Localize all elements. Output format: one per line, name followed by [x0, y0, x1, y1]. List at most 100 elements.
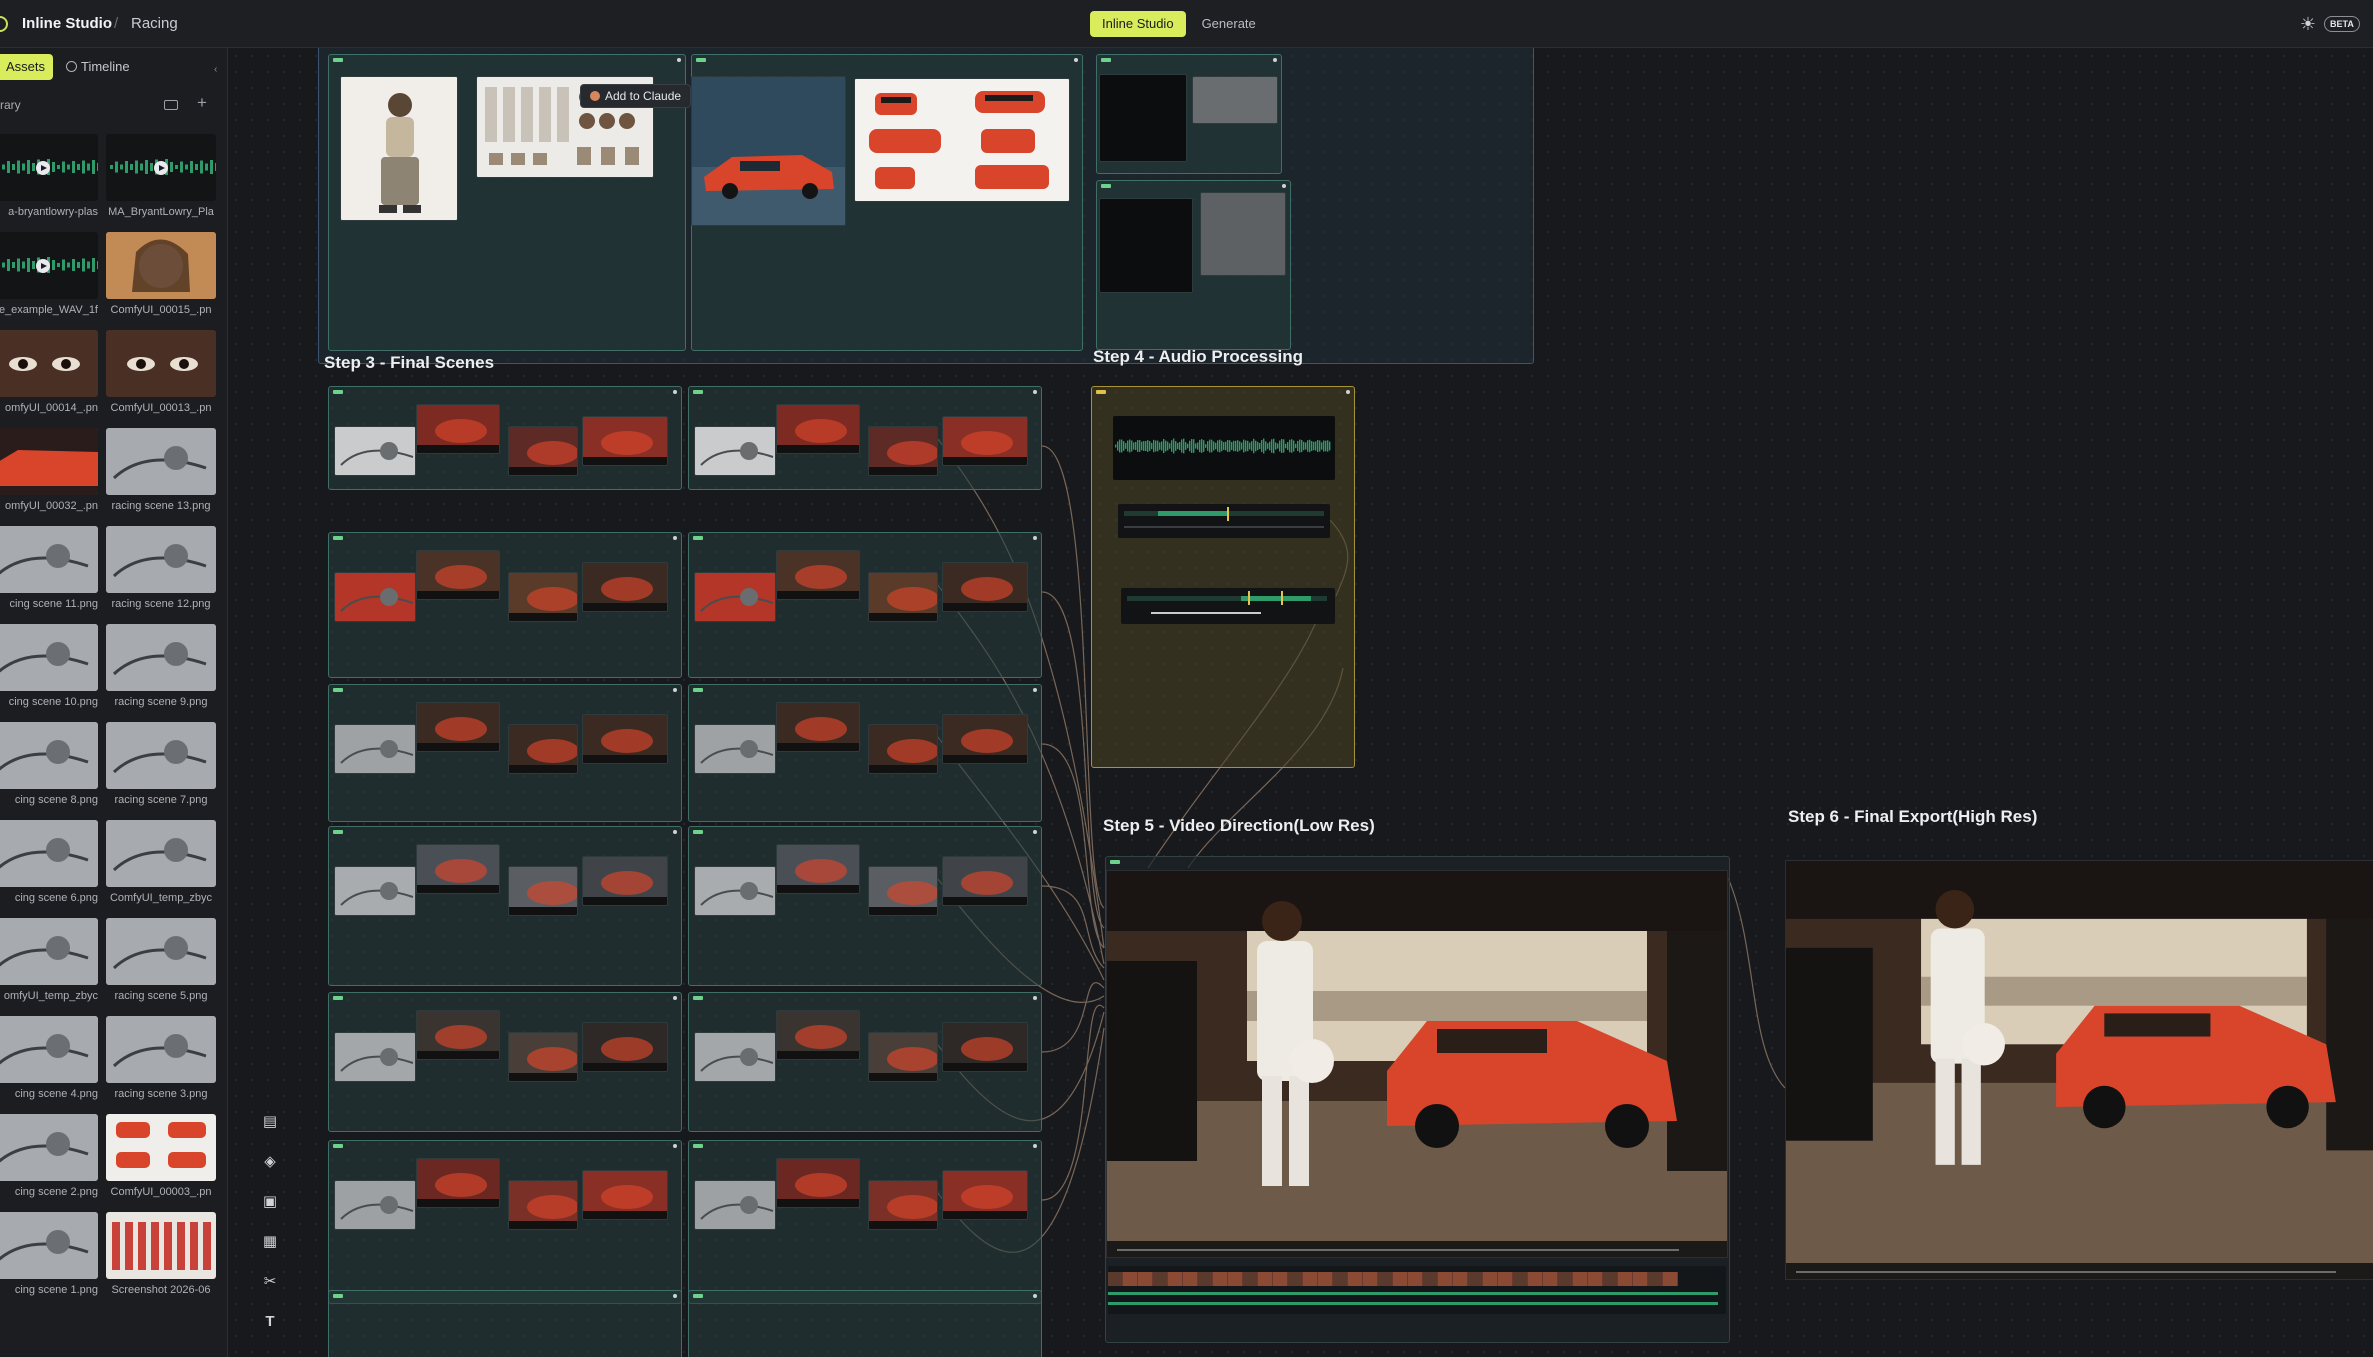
reference-frames-b[interactable]	[1200, 192, 1286, 276]
generated-frame-node[interactable]	[942, 1170, 1028, 1220]
asset-item[interactable]: racing scene 7.png	[106, 722, 216, 806]
asset-item[interactable]: ComfyUI_00015_.pn	[106, 232, 216, 316]
generated-frame-node[interactable]	[508, 572, 578, 622]
generated-frame-node[interactable]	[508, 1032, 578, 1082]
sketch-frame-node[interactable]	[334, 572, 416, 622]
asset-item[interactable]: Screenshot 2026-06	[106, 1212, 216, 1296]
generated-frame-node[interactable]	[582, 714, 668, 764]
audio-trim-track-1[interactable]	[1118, 504, 1330, 538]
asset-item[interactable]: cing scene 10.png	[0, 624, 98, 708]
video-timeline-strip[interactable]	[1108, 1266, 1726, 1314]
generated-frame-node[interactable]	[416, 550, 500, 600]
asset-item[interactable]: cing scene 2.png	[0, 1114, 98, 1198]
asset-item[interactable]: ComfyUI_00013_.pn	[106, 330, 216, 414]
sketch-frame-node[interactable]	[694, 572, 776, 622]
play-icon[interactable]	[154, 161, 168, 175]
generated-frame-node[interactable]	[868, 426, 938, 476]
breadcrumb-project[interactable]: Racing	[131, 15, 178, 32]
reference-video-b[interactable]	[1099, 198, 1193, 293]
add-to-claude-button[interactable]: Add to Claude	[580, 84, 692, 108]
sketch-frame-node[interactable]	[694, 1180, 776, 1230]
audio-waveform-node[interactable]	[1113, 416, 1335, 480]
generated-frame-node[interactable]	[416, 1158, 500, 1208]
reference-video-a[interactable]	[1099, 74, 1187, 162]
play-icon[interactable]	[36, 161, 50, 175]
app-logo-icon[interactable]	[0, 16, 8, 32]
sketch-frame-node[interactable]	[694, 724, 776, 774]
generated-frame-node[interactable]	[942, 416, 1028, 466]
generated-frame-node[interactable]	[416, 702, 500, 752]
asset-item[interactable]: cing scene 1.png	[0, 1212, 98, 1296]
sun-icon[interactable]: ☀	[2299, 15, 2317, 33]
collapse-sidebar-icon[interactable]: ‹	[214, 64, 217, 75]
sketch-frame-node[interactable]	[334, 866, 416, 916]
generated-frame-node[interactable]	[582, 856, 668, 906]
generated-frame-node[interactable]	[776, 404, 860, 454]
video-preview-low-res[interactable]	[1106, 870, 1728, 1258]
tab-assets[interactable]: Assets	[0, 54, 54, 80]
image-icon[interactable]: ▣	[258, 1190, 282, 1214]
asset-item[interactable]: cing scene 6.png	[0, 820, 98, 904]
generated-frame-node[interactable]	[868, 1180, 938, 1230]
new-folder-icon[interactable]	[164, 100, 178, 110]
scene-group[interactable]	[688, 1290, 1042, 1357]
asset-item[interactable]: a-bryantlowry-plas	[0, 134, 98, 218]
play-icon[interactable]	[36, 259, 50, 273]
add-asset-icon[interactable]: +	[197, 93, 207, 113]
sketch-frame-node[interactable]	[334, 426, 416, 476]
generated-frame-node[interactable]	[416, 1010, 500, 1060]
sketch-frame-node[interactable]	[334, 724, 416, 774]
generated-frame-node[interactable]	[868, 1032, 938, 1082]
asset-item[interactable]: e_example_WAV_1f	[0, 232, 98, 316]
generated-frame-node[interactable]	[868, 572, 938, 622]
asset-item[interactable]: racing scene 12.png	[106, 526, 216, 610]
generated-frame-node[interactable]	[416, 404, 500, 454]
asset-item[interactable]: racing scene 13.png	[106, 428, 216, 512]
generated-frame-node[interactable]	[942, 714, 1028, 764]
generated-frame-node[interactable]	[508, 866, 578, 916]
generated-frame-node[interactable]	[868, 724, 938, 774]
generated-frame-node[interactable]	[868, 866, 938, 916]
car-sheet-node[interactable]	[854, 78, 1070, 202]
asset-item[interactable]: racing scene 3.png	[106, 1016, 216, 1100]
generated-frame-node[interactable]	[776, 550, 860, 600]
sketch-frame-node[interactable]	[694, 426, 776, 476]
sketch-frame-node[interactable]	[334, 1032, 416, 1082]
asset-item[interactable]: racing scene 5.png	[106, 918, 216, 1002]
audio-trim-track-2[interactable]	[1121, 588, 1335, 624]
asset-item[interactable]: omfyUI_00014_.pn	[0, 330, 98, 414]
asset-item[interactable]: omfyUI_temp_zbyc	[0, 918, 98, 1002]
generated-frame-node[interactable]	[416, 844, 500, 894]
generated-frame-node[interactable]	[942, 562, 1028, 612]
generated-frame-node[interactable]	[508, 724, 578, 774]
generated-frame-node[interactable]	[776, 844, 860, 894]
text-icon[interactable]: T	[258, 1310, 282, 1334]
generated-frame-node[interactable]	[582, 562, 668, 612]
generated-frame-node[interactable]	[508, 1180, 578, 1230]
generated-frame-node[interactable]	[942, 856, 1028, 906]
node-canvas[interactable]: Add to Claude Step 3 - Final Scenes Step…	[228, 48, 2373, 1357]
tab-timeline[interactable]: Timeline	[66, 54, 130, 80]
asset-item[interactable]: ComfyUI_00003_.pn	[106, 1114, 216, 1198]
reference-frames-a[interactable]	[1192, 76, 1278, 124]
scissors-icon[interactable]: ✂	[258, 1270, 282, 1294]
generated-frame-node[interactable]	[582, 1170, 668, 1220]
film-icon[interactable]: ▦	[258, 1230, 282, 1254]
generated-frame-node[interactable]	[582, 1022, 668, 1072]
asset-item[interactable]: racing scene 9.png	[106, 624, 216, 708]
asset-item[interactable]: MA_BryantLowry_Pla	[106, 134, 216, 218]
asset-item[interactable]: ComfyUI_temp_zbyc	[106, 820, 216, 904]
sketch-frame-node[interactable]	[694, 1032, 776, 1082]
generated-frame-node[interactable]	[508, 426, 578, 476]
tab-generate[interactable]: Generate	[1190, 11, 1268, 37]
video-preview-high-res[interactable]	[1785, 860, 2373, 1280]
generated-frame-node[interactable]	[776, 702, 860, 752]
asset-item[interactable]: cing scene 8.png	[0, 722, 98, 806]
car-render-node[interactable]	[691, 76, 846, 226]
character-image-node[interactable]	[340, 76, 458, 221]
generated-frame-node[interactable]	[776, 1010, 860, 1060]
generated-frame-node[interactable]	[776, 1158, 860, 1208]
sketch-frame-node[interactable]	[334, 1180, 416, 1230]
asset-item[interactable]: cing scene 11.png	[0, 526, 98, 610]
layers-icon[interactable]: ◈	[258, 1150, 282, 1174]
